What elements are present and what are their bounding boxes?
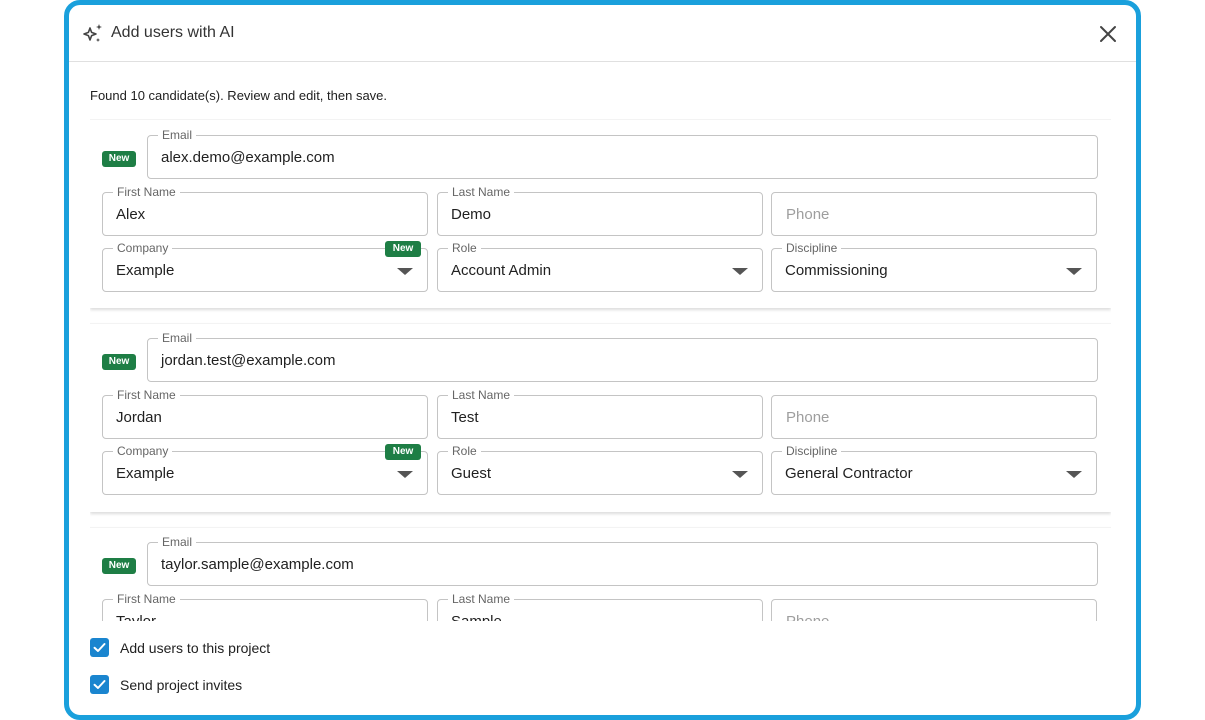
- email-label: Email: [158, 128, 197, 142]
- company-label: Company: [113, 241, 173, 255]
- dropdown-arrow-icon: [1066, 471, 1082, 478]
- phone-placeholder: Phone: [786, 409, 830, 426]
- discipline-value: Commissioning: [785, 262, 888, 279]
- close-icon[interactable]: [1096, 22, 1120, 46]
- send-invites-label: Send project invites: [120, 676, 243, 693]
- discipline-select[interactable]: Discipline General Contractor: [771, 444, 1097, 495]
- new-user-badge: New: [102, 558, 136, 574]
- candidate-card: New Email taylor.sample@example.com Firs…: [90, 527, 1111, 621]
- email-field[interactable]: Email taylor.sample@example.com: [147, 535, 1098, 586]
- last-name-field[interactable]: Last Name Sample: [437, 592, 763, 621]
- company-label: Company: [113, 444, 173, 458]
- email-field[interactable]: Email alex.demo@example.com: [147, 128, 1098, 179]
- role-label: Role: [448, 241, 481, 255]
- first-name-field[interactable]: First Name Jordan: [102, 388, 428, 439]
- role-value: Guest: [451, 465, 492, 482]
- company-select[interactable]: Company New Example: [102, 241, 428, 292]
- new-company-badge: New: [385, 444, 421, 460]
- send-invites-option[interactable]: Send project invites: [90, 675, 242, 694]
- add-to-project-checkbox[interactable]: [90, 638, 109, 657]
- first-name-value: Jordan: [116, 409, 162, 426]
- phone-field[interactable]: Phone: [771, 395, 1097, 439]
- phone-placeholder: Phone: [786, 613, 829, 621]
- candidates-summary: Found 10 candidate(s). Review and edit, …: [90, 88, 388, 103]
- role-label: Role: [448, 444, 481, 458]
- dropdown-arrow-icon: [732, 268, 748, 275]
- phone-field[interactable]: Phone: [771, 192, 1097, 236]
- checkmark-icon: [93, 680, 106, 689]
- send-invites-checkbox[interactable]: [90, 675, 109, 694]
- discipline-select[interactable]: Discipline Commissioning: [771, 241, 1097, 292]
- discipline-label: Discipline: [782, 241, 842, 255]
- last-name-value: Sample: [451, 613, 502, 621]
- phone-placeholder: Phone: [786, 206, 830, 223]
- dropdown-arrow-icon: [397, 268, 413, 275]
- add-to-project-label: Add users to this project: [120, 639, 271, 656]
- first-name-label: First Name: [113, 592, 180, 606]
- email-label: Email: [158, 331, 197, 345]
- dialog-header: Add users with AI: [69, 5, 1136, 62]
- last-name-value: Demo: [451, 206, 492, 223]
- first-name-label: First Name: [113, 185, 180, 199]
- last-name-label: Last Name: [448, 185, 515, 199]
- discipline-label: Discipline: [782, 444, 842, 458]
- email-value: jordan.test@example.com: [161, 352, 336, 369]
- candidate-card: New Email alex.demo@example.com First Na…: [90, 119, 1111, 308]
- role-select[interactable]: Role Account Admin: [437, 241, 763, 292]
- first-name-label: First Name: [113, 388, 180, 402]
- first-name-field[interactable]: First Name Alex: [102, 185, 428, 236]
- last-name-value: Test: [451, 409, 479, 426]
- discipline-value: General Contractor: [785, 465, 913, 482]
- first-name-value: Taylor: [116, 613, 156, 621]
- role-select[interactable]: Role Guest: [437, 444, 763, 495]
- dialog-title: Add users with AI: [111, 24, 235, 41]
- candidate-card: New Email jordan.test@example.com First …: [90, 323, 1111, 512]
- dropdown-arrow-icon: [397, 471, 413, 478]
- email-value: alex.demo@example.com: [161, 149, 335, 166]
- company-value: Example: [116, 262, 175, 279]
- first-name-value: Alex: [116, 206, 146, 223]
- new-user-badge: New: [102, 354, 136, 370]
- new-company-badge: New: [385, 241, 421, 257]
- last-name-field[interactable]: Last Name Demo: [437, 185, 763, 236]
- dropdown-arrow-icon: [1066, 268, 1082, 275]
- email-field[interactable]: Email jordan.test@example.com: [147, 331, 1098, 382]
- email-value: taylor.sample@example.com: [161, 556, 354, 573]
- candidate-list[interactable]: New Email alex.demo@example.com First Na…: [90, 119, 1111, 621]
- phone-field[interactable]: Phone: [771, 599, 1097, 621]
- first-name-field[interactable]: First Name Taylor: [102, 592, 428, 621]
- last-name-label: Last Name: [448, 388, 515, 402]
- checkmark-icon: [93, 643, 106, 652]
- add-to-project-option[interactable]: Add users to this project: [90, 638, 270, 657]
- new-user-badge: New: [102, 151, 136, 167]
- last-name-field[interactable]: Last Name Test: [437, 388, 763, 439]
- company-select[interactable]: Company New Example: [102, 444, 428, 495]
- add-users-dialog: Add users with AI Found 10 candidate(s).…: [64, 0, 1141, 720]
- company-value: Example: [116, 465, 175, 482]
- last-name-label: Last Name: [448, 592, 515, 606]
- email-label: Email: [158, 535, 197, 549]
- sparkle-icon: [83, 24, 102, 42]
- dropdown-arrow-icon: [732, 471, 748, 478]
- role-value: Account Admin: [451, 262, 552, 279]
